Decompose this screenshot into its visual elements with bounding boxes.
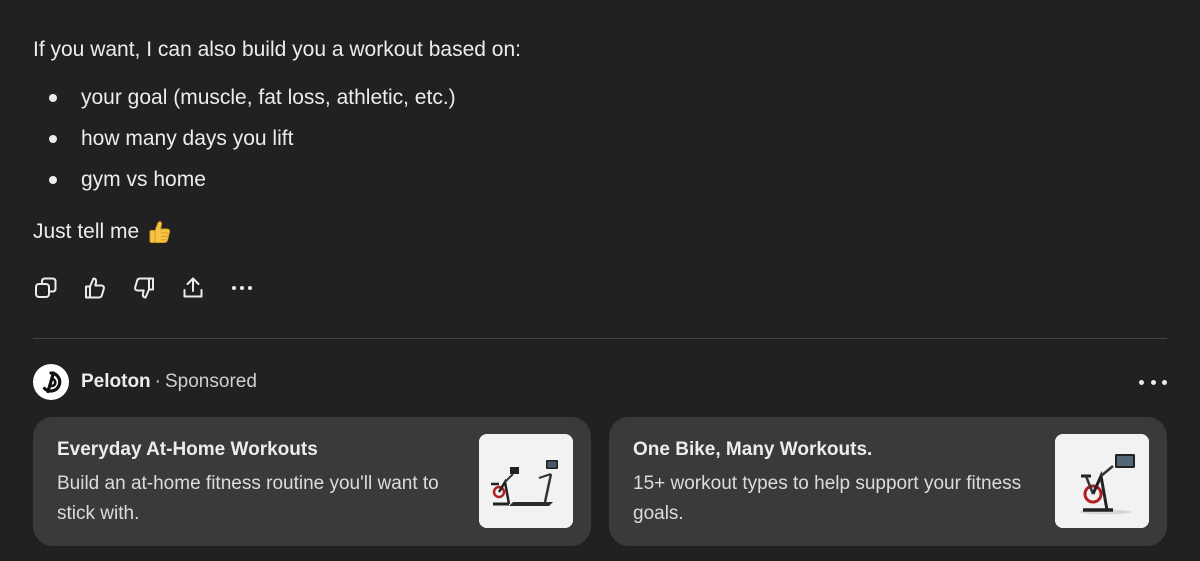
divider bbox=[33, 338, 1167, 339]
bullet-dot bbox=[49, 176, 57, 184]
exercise-bike-product-image bbox=[1055, 434, 1149, 528]
outro-text: Just tell me bbox=[33, 220, 140, 243]
message-intro: If you want, I can also build you a work… bbox=[33, 38, 521, 61]
bullet-dot bbox=[49, 94, 57, 102]
ad-card[interactable]: Everyday At-Home Workouts Build an at-ho… bbox=[33, 417, 591, 546]
list-item: your goal (muscle, fat loss, athletic, e… bbox=[33, 84, 456, 125]
thumbs-up-emoji-icon bbox=[149, 220, 171, 244]
more-dot bbox=[1162, 379, 1167, 385]
thumbs-up-icon bbox=[85, 277, 105, 299]
more-dot bbox=[1150, 379, 1156, 385]
more-icon bbox=[232, 286, 252, 290]
peloton-logo-icon[interactable] bbox=[33, 364, 69, 400]
ad-card-title: Everyday At-Home Workouts bbox=[57, 439, 318, 460]
ad-card-title: One Bike, Many Workouts. bbox=[633, 439, 873, 460]
treadmill-bike-product-image bbox=[479, 434, 573, 528]
like-button[interactable] bbox=[82, 275, 108, 301]
dislike-button[interactable] bbox=[131, 275, 157, 301]
list-item: how many days you lift bbox=[33, 125, 456, 166]
chat-page: If you want, I can also build you a work… bbox=[0, 0, 1200, 561]
list-item: gym vs home bbox=[33, 166, 456, 207]
ad-card-description: 15+ workout types to help support your f… bbox=[633, 473, 1022, 524]
more-dot bbox=[1139, 379, 1144, 385]
sponsored-label: Sponsored bbox=[165, 371, 257, 392]
more-actions-button[interactable] bbox=[229, 275, 255, 301]
ad-card[interactable]: One Bike, Many Workouts. 15+ workout typ… bbox=[609, 417, 1167, 546]
ad-header: Peloton · Sponsored bbox=[33, 364, 1167, 400]
list-item-text: your goal (muscle, fat loss, athletic, e… bbox=[81, 86, 456, 109]
copy-icon bbox=[35, 277, 57, 298]
bullet-dot bbox=[49, 135, 57, 143]
ad-more-options-button[interactable] bbox=[1139, 372, 1167, 392]
list-item-text: gym vs home bbox=[81, 168, 206, 191]
ad-brand-name[interactable]: Peloton bbox=[81, 371, 151, 393]
copy-button[interactable] bbox=[33, 275, 59, 301]
ad-separator: · bbox=[154, 371, 161, 392]
thumbs-down-icon bbox=[134, 277, 154, 299]
share-icon bbox=[183, 277, 203, 298]
message-actions bbox=[33, 275, 278, 301]
ad-cards: Everyday At-Home Workouts Build an at-ho… bbox=[33, 417, 1167, 546]
share-button[interactable] bbox=[180, 275, 206, 301]
ad-card-description: Build an at-home fitness routine you'll … bbox=[57, 473, 439, 524]
list-item-text: how many days you lift bbox=[81, 127, 294, 150]
bullet-list: your goal (muscle, fat loss, athletic, e… bbox=[33, 84, 456, 207]
message-outro: Just tell me bbox=[33, 218, 171, 246]
